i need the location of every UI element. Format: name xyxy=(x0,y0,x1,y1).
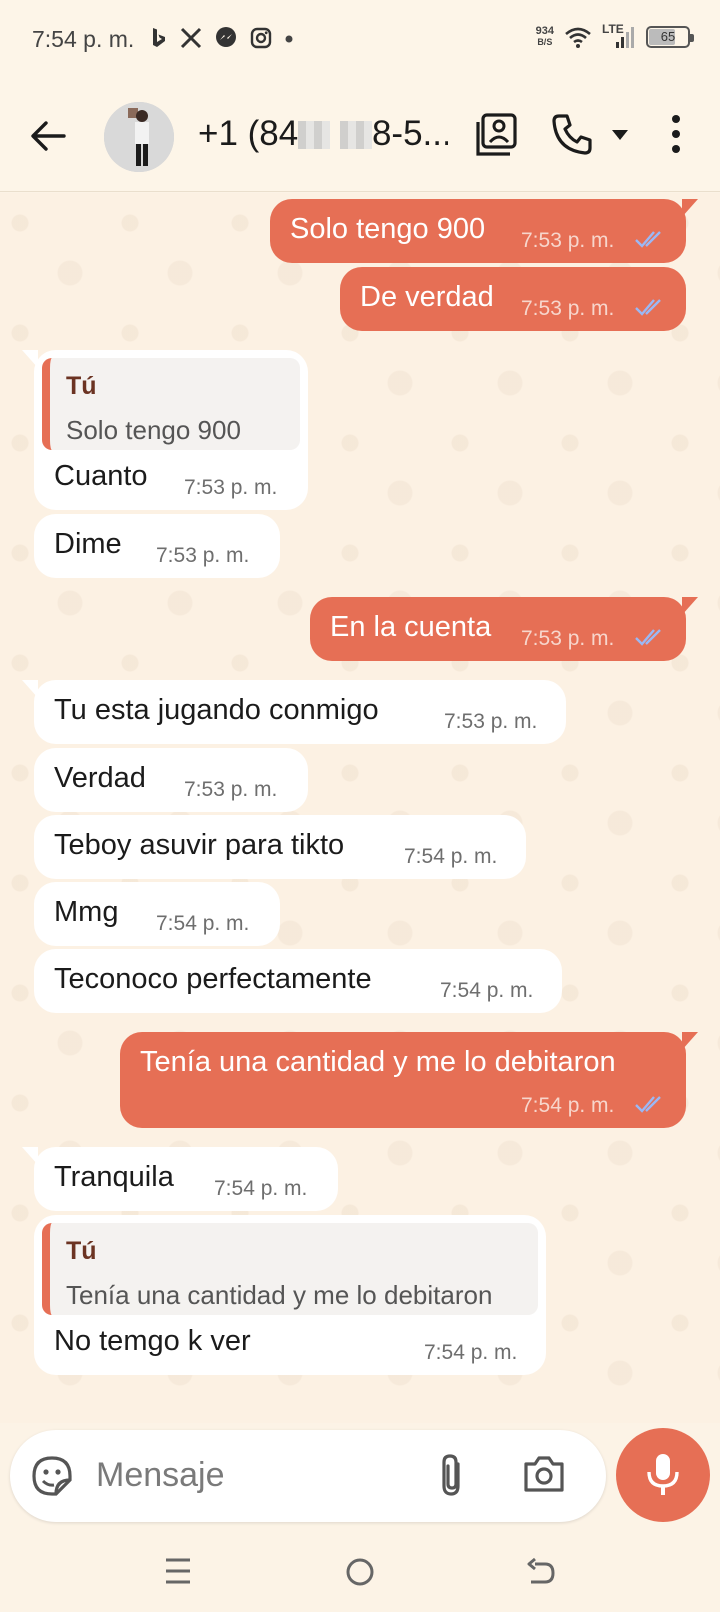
message-composer[interactable]: Mensaje xyxy=(10,1430,606,1522)
outgoing-message[interactable]: Solo tengo 900 7:53 p. m. xyxy=(270,199,698,263)
chat-area[interactable]: Solo tengo 900 7:53 p. m. De verdad 7:53… xyxy=(0,193,720,1423)
system-navigation-bar xyxy=(0,1540,720,1612)
incoming-message[interactable]: Verdad 7:53 p. m. xyxy=(34,748,308,812)
contact-avatar[interactable] xyxy=(104,102,174,172)
chat-header: +1 (84 8-5... xyxy=(0,80,720,192)
status-time: 7:54 p. m. xyxy=(32,26,135,52)
redacted-block xyxy=(339,121,372,149)
voice-message-button[interactable] xyxy=(616,1428,710,1522)
signal-icon xyxy=(616,27,634,48)
signal-indicator: LTE xyxy=(602,22,636,50)
avatar-photo xyxy=(104,102,174,172)
camera-icon[interactable] xyxy=(522,1454,566,1494)
read-ticks-icon xyxy=(635,629,661,646)
wifi-icon xyxy=(565,27,591,48)
battery-indicator: 65 xyxy=(646,26,694,48)
contact-card-icon[interactable] xyxy=(474,112,520,158)
quoted-message[interactable]: Tú Solo tengo 900 xyxy=(42,358,300,450)
back-nav-icon[interactable] xyxy=(525,1556,557,1588)
x-icon xyxy=(180,27,202,49)
read-ticks-icon xyxy=(635,1096,661,1113)
instagram-icon xyxy=(250,27,272,49)
incoming-reply-message[interactable]: Tú Solo tengo 900 Cuanto 7:53 p. m. xyxy=(22,350,308,510)
incoming-message[interactable]: Teconoco perfectamente 7:54 p. m. xyxy=(34,949,562,1013)
recent-apps-icon[interactable] xyxy=(163,1556,193,1586)
phone-icon[interactable] xyxy=(550,112,594,156)
redacted-block xyxy=(298,121,331,149)
sticker-icon[interactable] xyxy=(30,1454,74,1498)
outgoing-message[interactable]: En la cuenta 7:53 p. m. xyxy=(310,597,698,661)
network-speed: 934 B/S xyxy=(535,25,554,48)
outgoing-message[interactable]: De verdad 7:53 p. m. xyxy=(340,267,686,331)
incoming-message[interactable]: Tu esta jugando conmigo 7:53 p. m. xyxy=(22,680,566,744)
incoming-message[interactable]: Tranquila 7:54 p. m. xyxy=(22,1147,338,1211)
incoming-message[interactable]: Mmg 7:54 p. m. xyxy=(34,882,280,946)
read-ticks-icon xyxy=(635,299,661,316)
incoming-message[interactable]: Dime 7:53 p. m. xyxy=(34,514,280,578)
incoming-message[interactable]: Teboy asuvir para tikto 7:54 p. m. xyxy=(34,815,526,879)
call-options-dropdown-icon[interactable] xyxy=(610,128,630,142)
notification-icons xyxy=(150,26,294,50)
messenger-icon xyxy=(216,27,236,47)
status-bar: 7:54 p. m. 934 B/S LTE 65 xyxy=(0,0,720,80)
message-input[interactable]: Mensaje xyxy=(96,1456,225,1495)
microphone-icon xyxy=(647,1454,679,1495)
quoted-message[interactable]: Tú Tenía una cantidad y me lo debitaron xyxy=(42,1223,538,1315)
bing-icon xyxy=(153,28,165,47)
contact-name[interactable]: +1 (84 8-5... xyxy=(198,114,448,154)
home-icon[interactable] xyxy=(344,1556,376,1588)
more-options-icon[interactable] xyxy=(664,112,688,156)
incoming-reply-message[interactable]: Tú Tenía una cantidad y me lo debitaron … xyxy=(34,1215,546,1375)
read-ticks-icon xyxy=(635,231,661,248)
back-arrow-icon[interactable] xyxy=(26,114,70,158)
dot-icon xyxy=(285,35,293,43)
attach-icon[interactable] xyxy=(438,1452,468,1500)
outgoing-message[interactable]: Tenía una cantidad y me lo debitaron 7:5… xyxy=(120,1032,698,1128)
